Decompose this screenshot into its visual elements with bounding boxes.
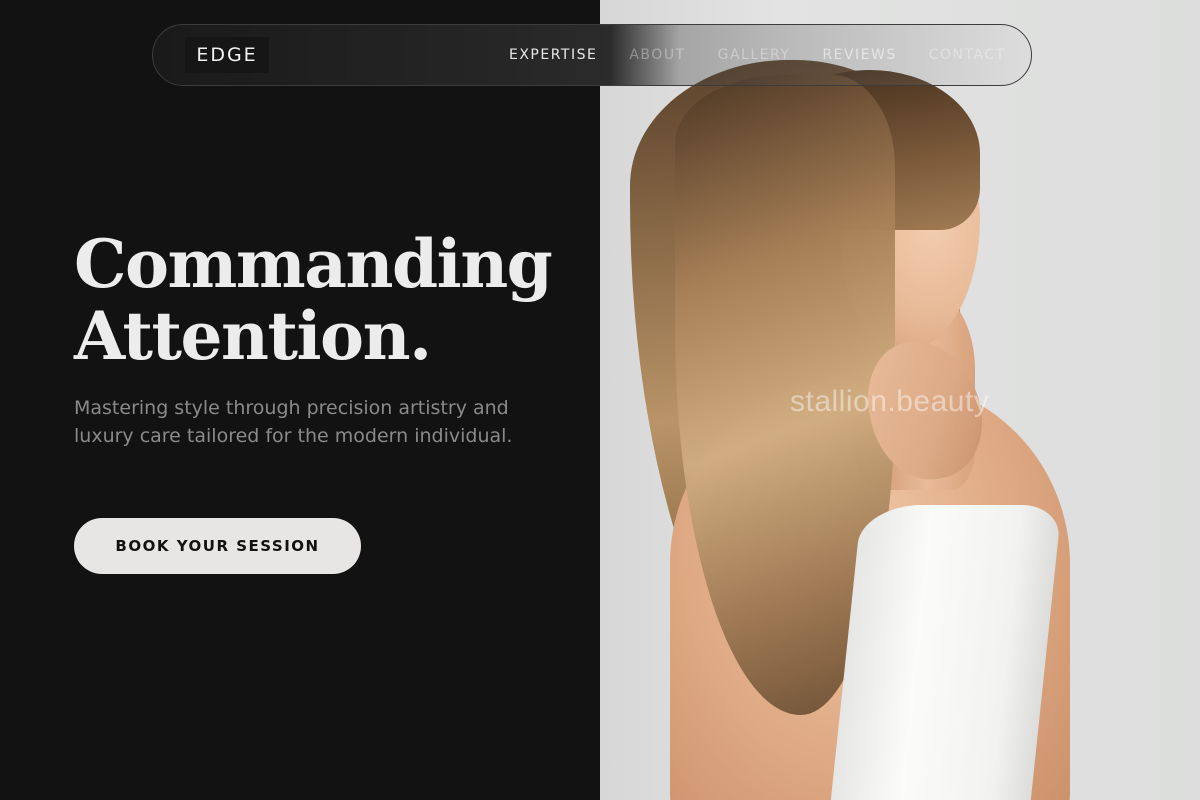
nav-link-expertise[interactable]: EXPERTISE — [509, 47, 597, 63]
brand-logo[interactable]: EDGE — [185, 37, 269, 73]
towel-shape — [828, 505, 1062, 800]
hero-image-panel: stallion.beauty — [600, 0, 1200, 800]
hero-title-line-2: Attention. — [74, 297, 432, 375]
image-watermark: stallion.beauty — [790, 385, 990, 418]
nav-links: EXPERTISE ABOUT GALLERY REVIEWS CONTACT — [509, 25, 1006, 85]
landing-page: stallion.beauty EDGE EXPERTISE ABOUT GAL… — [0, 0, 1200, 800]
top-navbar: EDGE EXPERTISE ABOUT GALLERY REVIEWS CON… — [152, 24, 1032, 86]
book-session-button[interactable]: BOOK YOUR SESSION — [74, 518, 361, 574]
nav-link-reviews[interactable]: REVIEWS — [822, 47, 896, 63]
hero-subtitle: Mastering style through precision artist… — [74, 397, 513, 447]
nav-link-gallery[interactable]: GALLERY — [718, 47, 791, 63]
nav-link-about[interactable]: ABOUT — [629, 47, 685, 63]
nav-link-contact[interactable]: CONTACT — [929, 47, 1006, 63]
hero-title-line-1: Commanding — [74, 225, 553, 303]
hero-title: Commanding Attention. — [74, 225, 553, 375]
